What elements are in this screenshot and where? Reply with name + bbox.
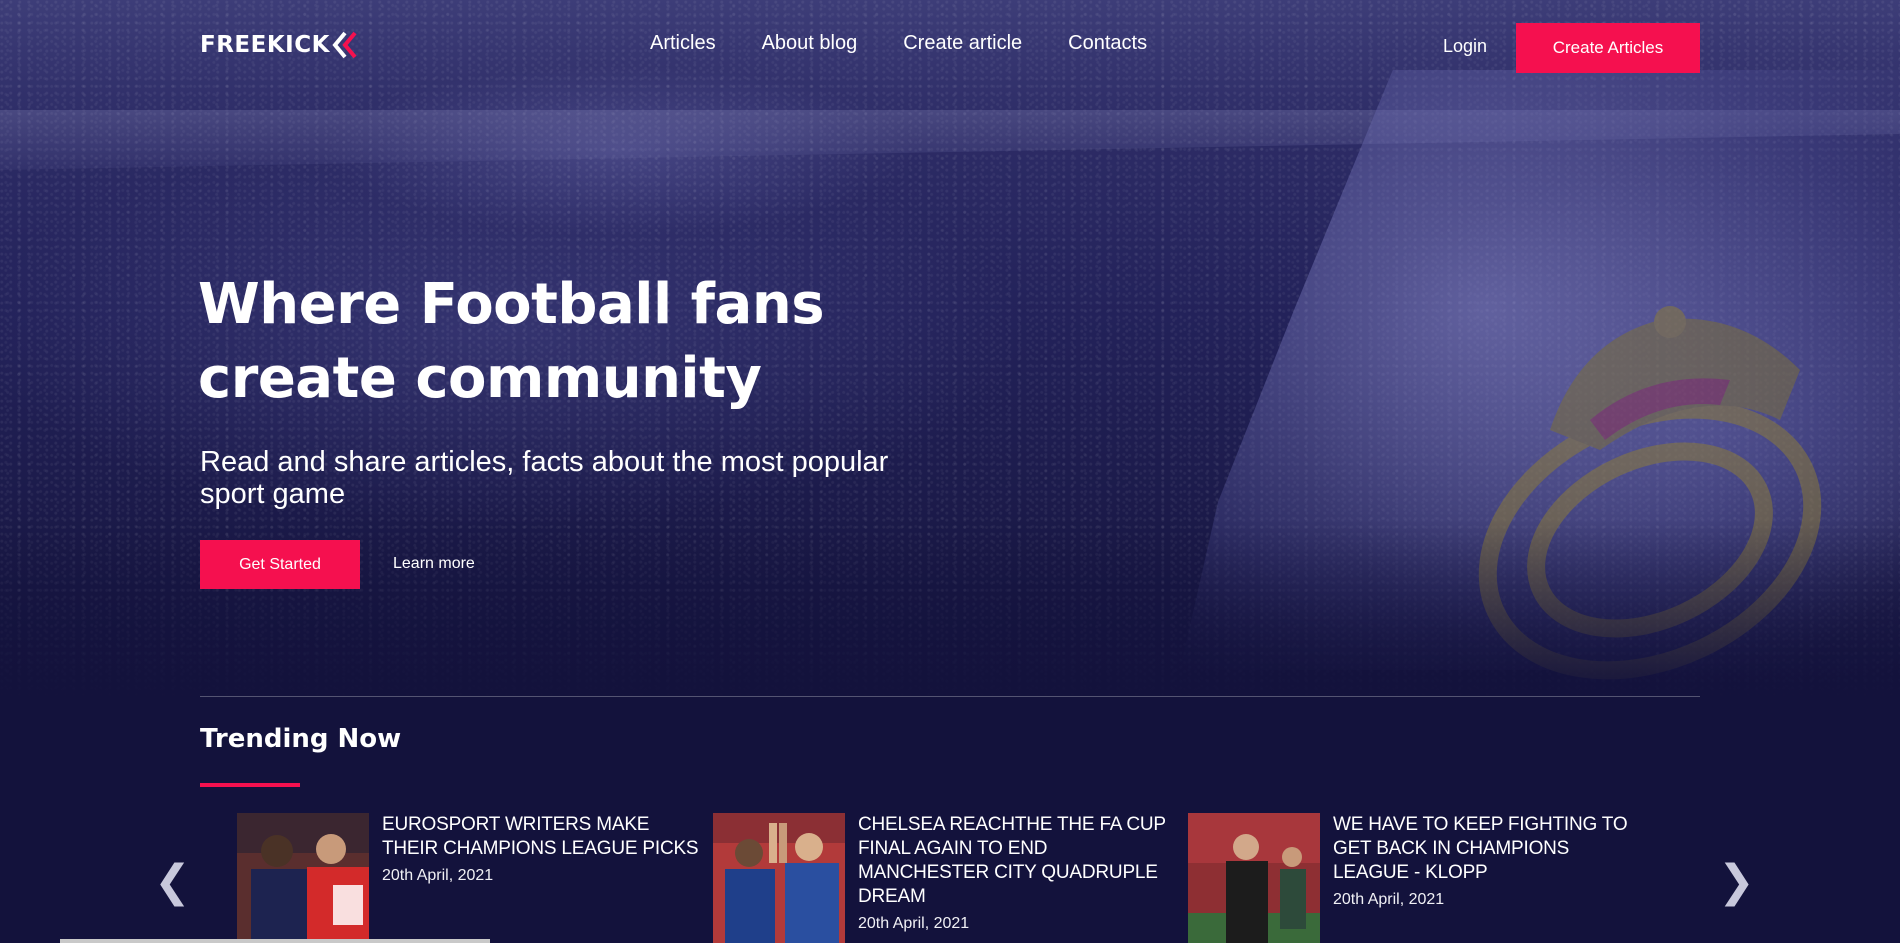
trending-underline	[200, 783, 300, 787]
carousel-next-icon[interactable]: ❯	[1718, 860, 1755, 904]
players-celebrating-image	[237, 813, 369, 943]
trending-title: Trending Now	[200, 724, 402, 754]
card-title: CHELSEA REACHTHE THE FA CUP FINAL AGAIN …	[858, 814, 1166, 907]
hero-title: Where Football fans create community	[198, 268, 898, 416]
trending-card[interactable]: CHELSEA REACHTHE THE FA CUP FINAL AGAIN …	[713, 813, 1183, 943]
card-date: 20th April, 2021	[382, 867, 494, 884]
hero-title-line-2: create community	[198, 346, 762, 411]
nav-item-contacts[interactable]: Contacts	[1068, 32, 1147, 55]
card-text: EUROSPORT WRITERS MAKE THEIR CHAMPIONS L…	[369, 813, 699, 943]
create-articles-button[interactable]: Create Articles	[1516, 23, 1700, 73]
card-text: WE HAVE TO KEEP FIGHTING TO GET BACK IN …	[1320, 813, 1650, 943]
trending-card[interactable]: EUROSPORT WRITERS MAKE THEIR CHAMPIONS L…	[237, 813, 707, 943]
hero-subtitle: Read and share articles, facts about the…	[200, 446, 889, 510]
card-title: EUROSPORT WRITERS MAKE THEIR CHAMPIONS L…	[382, 814, 699, 859]
article-thumbnail	[713, 813, 845, 943]
card-text: CHELSEA REACHTHE THE FA CUP FINAL AGAIN …	[845, 813, 1175, 943]
freekick-logo[interactable]: FREEKICK	[200, 30, 357, 60]
trending-card[interactable]: WE HAVE TO KEEP FIGHTING TO GET BACK IN …	[1188, 813, 1658, 943]
section-divider	[200, 696, 1700, 697]
learn-more-link[interactable]: Learn more	[393, 555, 475, 573]
nav-item-articles[interactable]: Articles	[650, 32, 716, 55]
double-chevron-logo-icon	[332, 31, 357, 59]
manager-on-sideline-image	[1188, 813, 1320, 943]
horizontal-scrollbar[interactable]	[60, 939, 490, 943]
logo-text: FREEKICK	[200, 32, 330, 58]
players-high-five-image	[713, 813, 845, 943]
card-title: WE HAVE TO KEEP FIGHTING TO GET BACK IN …	[1333, 814, 1628, 883]
hero-title-line-1: Where Football fans	[198, 272, 825, 337]
nav-item-create-article[interactable]: Create article	[903, 32, 1022, 55]
main-nav: Articles About blog Create article Conta…	[650, 32, 1147, 55]
get-started-button[interactable]: Get Started	[200, 540, 360, 589]
article-thumbnail	[237, 813, 369, 943]
article-thumbnail	[1188, 813, 1320, 943]
carousel-prev-icon[interactable]: ❮	[154, 860, 191, 904]
site-header: FREEKICK Articles About blog Create arti…	[0, 0, 1900, 90]
card-date: 20th April, 2021	[858, 915, 970, 932]
card-date: 20th April, 2021	[1333, 891, 1445, 908]
nav-item-about-blog[interactable]: About blog	[762, 32, 858, 55]
login-link[interactable]: Login	[1443, 36, 1487, 57]
